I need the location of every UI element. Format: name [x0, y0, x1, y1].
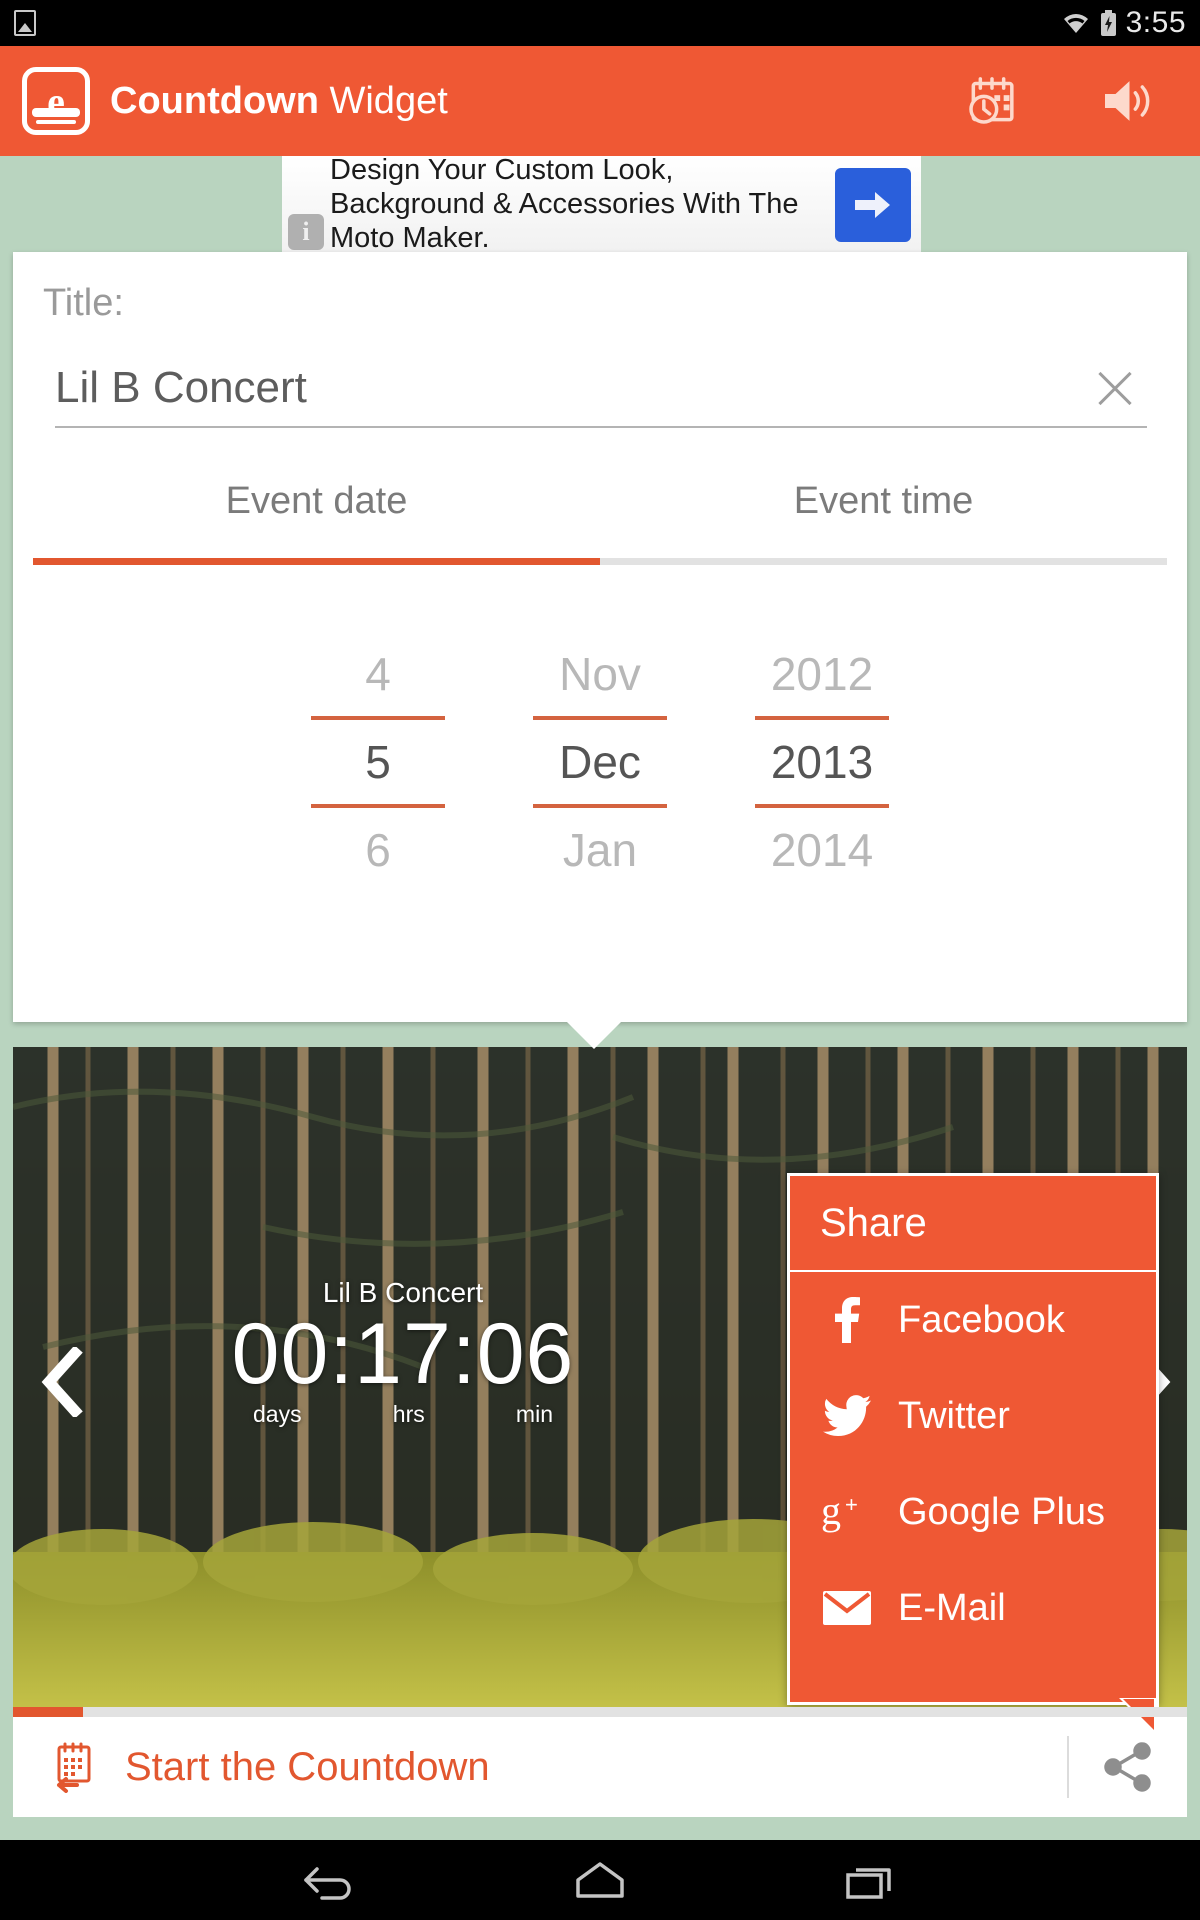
- status-bar: 3:55: [0, 0, 1200, 46]
- calendar-back-icon: [47, 1741, 99, 1793]
- share-item-label: Google Plus: [898, 1490, 1106, 1533]
- event-editor-card: Title: Event date Event time 4 5 6 Nov D…: [13, 252, 1187, 1022]
- svg-text:g: g: [821, 1490, 841, 1533]
- countdown-units: days hrs min: [253, 1401, 553, 1428]
- status-bar-clock: 3:55: [1125, 6, 1186, 39]
- card-pointer: [566, 1021, 622, 1049]
- progress-bar: [13, 1707, 1187, 1717]
- share-button[interactable]: [1069, 1740, 1187, 1794]
- title-field-row: [55, 350, 1147, 428]
- unit-min: min: [515, 1401, 553, 1427]
- app-title-bold: Countdown: [110, 80, 319, 122]
- app-bar: e Countdown Widget: [0, 46, 1200, 156]
- arrow-right-icon: [851, 185, 895, 225]
- month-next[interactable]: Jan: [525, 808, 675, 892]
- share-icon: [1101, 1740, 1155, 1794]
- year-prev[interactable]: 2012: [747, 632, 897, 716]
- battery-charging-icon: [1100, 9, 1117, 37]
- share-item-twitter[interactable]: Twitter: [790, 1368, 1156, 1464]
- close-icon[interactable]: [1091, 364, 1139, 412]
- ad-cta-button[interactable]: [835, 168, 911, 242]
- ad-banner[interactable]: i Design Your Custom Look, Background & …: [282, 154, 921, 254]
- wifi-icon: [1061, 11, 1091, 35]
- year-current[interactable]: 2013: [747, 720, 897, 804]
- month-spinner[interactable]: Nov Dec Jan: [525, 632, 675, 892]
- app-bar-actions: [964, 73, 1178, 129]
- app-screen: 3:55 e Countdown Widget i Design Your Cu…: [0, 0, 1200, 1920]
- day-current[interactable]: 5: [303, 720, 453, 804]
- date-picker: 4 5 6 Nov Dec Jan 2012 2013 2014: [13, 632, 1187, 892]
- status-bar-left: [14, 10, 36, 36]
- tab-event-date[interactable]: Event date: [33, 480, 600, 549]
- ad-text: Design Your Custom Look, Background & Ac…: [330, 154, 799, 254]
- speaker-icon[interactable]: [1098, 73, 1154, 129]
- app-title: Countdown Widget: [110, 82, 448, 120]
- month-current[interactable]: Dec: [525, 720, 675, 804]
- share-item-label: Facebook: [898, 1298, 1065, 1341]
- ad-info-icon[interactable]: i: [288, 214, 324, 250]
- countdown-overlay: Lil B Concert 00:17:06 days hrs min: [13, 1277, 793, 1428]
- tab-bar: Event date Event time: [33, 480, 1167, 549]
- app-title-light: Widget: [329, 80, 448, 122]
- twitter-icon: [814, 1395, 880, 1437]
- bottom-bar: Start the Countdown: [13, 1717, 1187, 1817]
- share-popup: Share Facebook Twitter g + Google Plus E…: [787, 1173, 1159, 1738]
- day-next[interactable]: 6: [303, 808, 453, 892]
- email-icon: [814, 1591, 880, 1625]
- svg-text:+: +: [845, 1492, 858, 1517]
- day-prev[interactable]: 4: [303, 632, 453, 716]
- logo-stack-lower: [36, 120, 76, 124]
- unit-hrs: hrs: [392, 1401, 425, 1427]
- tab-event-time[interactable]: Event time: [600, 480, 1167, 549]
- start-countdown-button[interactable]: Start the Countdown: [13, 1741, 490, 1793]
- share-item-facebook[interactable]: Facebook: [790, 1272, 1156, 1368]
- status-bar-right: 3:55: [1061, 8, 1186, 38]
- year-next[interactable]: 2014: [747, 808, 897, 892]
- share-item-label: Twitter: [898, 1394, 1010, 1437]
- home-icon[interactable]: [565, 1855, 635, 1905]
- share-item-label: E-Mail: [898, 1586, 1006, 1629]
- recents-icon[interactable]: [835, 1855, 905, 1905]
- logo-stack-upper: [32, 108, 80, 117]
- tab-indicator: [33, 558, 1167, 565]
- back-icon[interactable]: [295, 1855, 365, 1905]
- start-countdown-label: Start the Countdown: [125, 1744, 490, 1789]
- countdown-widget-logo: e: [22, 67, 90, 135]
- unit-days: days: [253, 1401, 302, 1427]
- photo-icon: [14, 10, 36, 36]
- title-label: Title:: [43, 282, 124, 324]
- month-prev[interactable]: Nov: [525, 632, 675, 716]
- tab-indicator-fill: [33, 558, 600, 565]
- system-nav-bar: [0, 1840, 1200, 1920]
- share-item-google-plus[interactable]: g + Google Plus: [790, 1464, 1156, 1560]
- share-popup-heading: Share: [790, 1176, 1156, 1272]
- title-input[interactable]: [55, 363, 1035, 413]
- calendar-clock-icon[interactable]: [964, 73, 1020, 129]
- google-plus-icon: g +: [814, 1490, 880, 1534]
- facebook-icon: [814, 1297, 880, 1343]
- year-spinner[interactable]: 2012 2013 2014: [747, 632, 897, 892]
- progress-bar-fill: [13, 1707, 84, 1717]
- day-spinner[interactable]: 4 5 6: [303, 632, 453, 892]
- countdown-time: 00:17:06: [231, 1306, 575, 1402]
- countdown-title: Lil B Concert: [322, 1277, 484, 1308]
- share-item-email[interactable]: E-Mail: [790, 1560, 1156, 1656]
